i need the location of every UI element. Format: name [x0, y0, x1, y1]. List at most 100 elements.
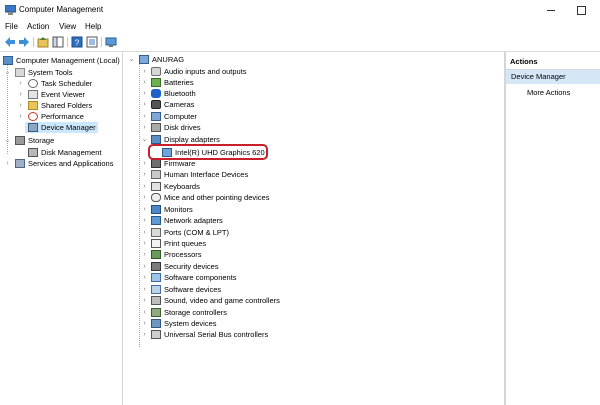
chevron-right-icon[interactable]: › [141, 249, 148, 260]
chevron-right-icon[interactable]: › [141, 192, 148, 203]
sound-controller-icon [151, 296, 161, 305]
chevron-right-icon[interactable]: › [141, 318, 148, 329]
printer-icon [151, 239, 161, 248]
device-category-label: System devices [164, 319, 217, 328]
chevron-right-icon[interactable]: › [141, 307, 148, 318]
tree-item-event-viewer[interactable]: › Event Viewer [0, 89, 122, 100]
chevron-right-icon[interactable]: › [141, 66, 148, 77]
window-title: Computer Management [19, 5, 104, 14]
disk-drive-icon [151, 123, 161, 132]
tree-item-device-manager[interactable]: Device Manager [25, 122, 98, 133]
device-category-label: Bluetooth [164, 89, 196, 98]
chevron-right-icon[interactable]: › [141, 284, 148, 295]
console-tree-icon[interactable] [52, 36, 64, 48]
chevron-right-icon[interactable]: › [141, 77, 148, 88]
device-category-label: Human Interface Devices [164, 170, 249, 179]
chevron-right-icon[interactable]: › [141, 227, 148, 238]
chevron-right-icon[interactable]: › [17, 89, 24, 100]
chevron-down-icon[interactable]: ⌄ [128, 54, 135, 65]
forward-arrow-icon[interactable] [18, 36, 30, 48]
tree-item-task-scheduler[interactable]: › Task Scheduler [0, 78, 122, 89]
device-category-label: Software devices [164, 285, 222, 294]
clock-icon [28, 79, 38, 88]
software-device-icon [151, 285, 161, 294]
tree-item-performance[interactable]: › Performance [0, 111, 122, 122]
device-category-label: Batteries [164, 78, 194, 87]
actions-section-device-manager[interactable]: Device Manager [506, 70, 600, 84]
chevron-right-icon[interactable]: › [141, 111, 148, 122]
title-bar: Computer Management [0, 0, 600, 20]
software-component-icon [151, 273, 161, 282]
device-category-label: Audio inputs and outputs [164, 67, 247, 76]
chevron-right-icon[interactable]: › [141, 329, 148, 340]
computer-management-icon [3, 56, 13, 65]
tree-item-services-applications[interactable]: › Services and Applications [0, 158, 122, 169]
chevron-right-icon[interactable]: › [141, 169, 148, 180]
chevron-right-icon[interactable]: › [141, 238, 148, 249]
help-icon[interactable]: ? [71, 36, 83, 48]
monitor-icon[interactable] [105, 36, 117, 48]
tree-item-label: System Tools [28, 68, 73, 77]
minimize-icon[interactable] [544, 4, 558, 16]
chevron-down-icon[interactable]: ⌄ [4, 67, 11, 78]
device-category-label: Sound, video and game controllers [164, 296, 280, 305]
battery-icon [151, 78, 161, 87]
chevron-right-icon[interactable]: › [141, 88, 148, 99]
computer-management-app-icon [4, 4, 17, 15]
device-category-label: Processors [164, 250, 202, 259]
device-category-label: Universal Serial Bus controllers [164, 330, 269, 339]
svg-text:?: ? [75, 39, 80, 48]
properties-icon[interactable] [86, 36, 98, 48]
tree-item-label: Task Scheduler [41, 79, 93, 88]
device-tree-pane: ⌄ ANURAG › Audio inputs and outputs › Ba… [124, 52, 504, 405]
toolbar: ? [0, 34, 600, 50]
chevron-right-icon[interactable]: › [141, 158, 148, 169]
chevron-right-icon[interactable]: › [141, 295, 148, 306]
chevron-right-icon[interactable]: › [17, 111, 24, 122]
chevron-right-icon[interactable]: › [141, 181, 148, 192]
tree-item-computer-management[interactable]: Computer Management (Local) [0, 55, 122, 66]
toolbar-separator [101, 37, 102, 47]
folder-icon [28, 101, 38, 110]
chevron-down-icon[interactable]: ⌄ [141, 134, 148, 145]
device-category-label: Cameras [164, 100, 195, 109]
menu-view[interactable]: View [59, 22, 76, 32]
security-device-icon [151, 262, 161, 271]
tree-guide [139, 63, 140, 347]
highlight-box [148, 144, 268, 160]
tree-item-disk-management[interactable]: Disk Management [0, 147, 122, 158]
speaker-icon [151, 67, 161, 76]
device-category-label: Mice and other pointing devices [164, 193, 270, 202]
storage-icon [15, 136, 25, 145]
chevron-right-icon[interactable]: › [17, 100, 24, 111]
hid-icon [151, 170, 161, 179]
chevron-right-icon[interactable]: › [141, 122, 148, 133]
tree-item-shared-folders[interactable]: › Shared Folders [0, 100, 122, 111]
toolbar-separator [67, 37, 68, 47]
tree-item-label: Device Manager [41, 123, 96, 132]
chevron-right-icon[interactable]: › [141, 99, 148, 110]
chevron-right-icon[interactable]: › [4, 158, 11, 169]
port-icon [151, 228, 161, 237]
menu-action[interactable]: Action [27, 22, 49, 32]
computer-name: ANURAG [152, 55, 185, 64]
chevron-down-icon[interactable]: ⌄ [4, 135, 11, 146]
chevron-right-icon[interactable]: › [141, 204, 148, 215]
more-actions-link[interactable]: More Actions [527, 88, 570, 97]
chevron-right-icon[interactable]: › [141, 215, 148, 226]
usb-icon [151, 330, 161, 339]
maximize-icon[interactable] [574, 4, 588, 16]
device-category-label: Monitors [164, 205, 193, 214]
menu-help[interactable]: Help [85, 22, 101, 32]
up-folder-icon[interactable] [37, 36, 49, 48]
chevron-right-icon[interactable]: › [17, 78, 24, 89]
tree-item-storage[interactable]: ⌄ Storage [0, 135, 122, 146]
menu-file[interactable]: File [5, 22, 18, 32]
chevron-right-icon[interactable]: › [141, 261, 148, 272]
chevron-right-icon[interactable]: › [141, 272, 148, 283]
device-category-label: Network adapters [164, 216, 223, 225]
system-device-icon [151, 319, 161, 328]
actions-title: Actions [510, 57, 538, 66]
back-arrow-icon[interactable] [4, 36, 16, 48]
tree-item-system-tools[interactable]: ⌄ System Tools [0, 67, 122, 78]
